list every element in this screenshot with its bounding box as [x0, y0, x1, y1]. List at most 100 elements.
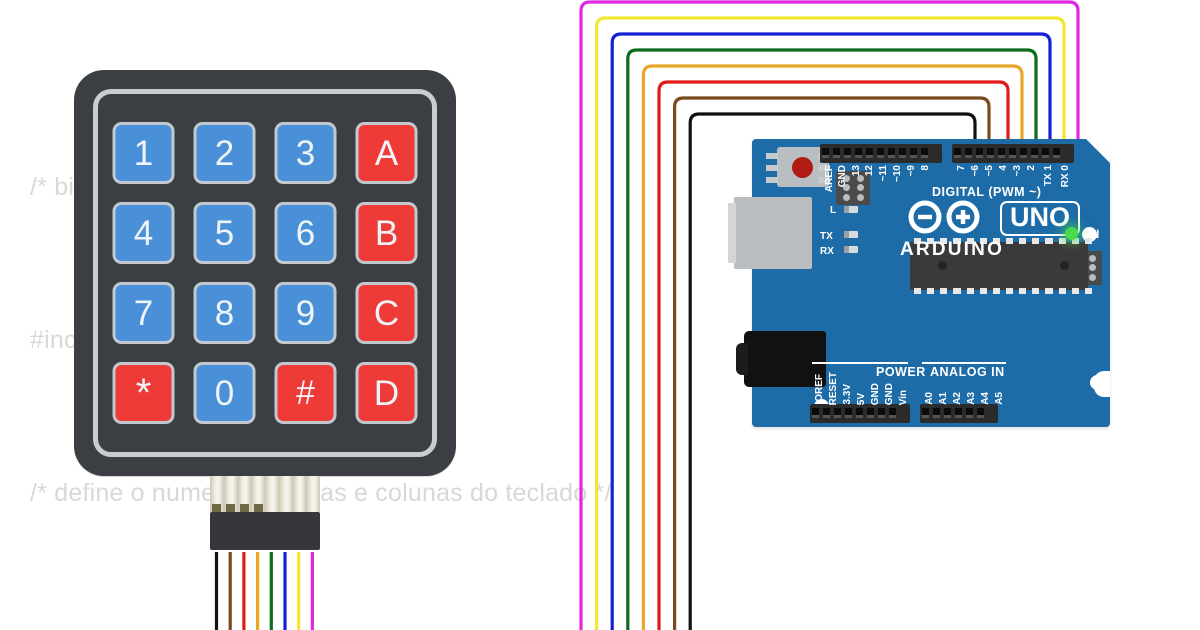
- keypad-frame: 1 2 3 A 4 5 6 B 7 8 9 C * 0 # D: [93, 89, 437, 457]
- pin-socket[interactable]: [964, 404, 975, 423]
- pin-label-a0: A0: [924, 392, 935, 405]
- keypad-module: 1 2 3 A 4 5 6 B 7 8 9 C * 0 # D: [74, 70, 456, 476]
- keypad-key-5[interactable]: 5: [193, 202, 256, 264]
- led-label-rx: RX: [820, 246, 834, 257]
- pin-socket[interactable]: [975, 404, 986, 423]
- pin-label-8: 8: [920, 165, 931, 171]
- keypad-key-2[interactable]: 2: [193, 122, 256, 184]
- keypad-key-1[interactable]: 1: [112, 122, 175, 184]
- keypad-key-a[interactable]: A: [355, 122, 418, 184]
- power-group-label: POWER: [876, 365, 926, 379]
- pin-socket[interactable]: [931, 404, 942, 423]
- led-label-tx: TX: [820, 231, 833, 242]
- led-l: [844, 206, 858, 213]
- pin-socket[interactable]: [864, 144, 875, 163]
- pin-socket[interactable]: [1029, 144, 1040, 163]
- keypad-key-b[interactable]: B: [355, 202, 418, 264]
- pin-socket[interactable]: [963, 144, 974, 163]
- pin-socket[interactable]: [897, 144, 908, 163]
- power-header[interactable]: [810, 404, 910, 423]
- pin-label-3: ~3: [1012, 165, 1023, 177]
- pin-label-a3: A3: [966, 392, 977, 405]
- pin-socket[interactable]: [942, 404, 953, 423]
- keypad-grid: 1 2 3 A 4 5 6 B 7 8 9 C * 0 # D: [112, 122, 418, 424]
- keypad-key-8[interactable]: 8: [193, 282, 256, 344]
- pin-label-7: 7: [956, 165, 967, 171]
- pin-socket[interactable]: [974, 144, 985, 163]
- pin-socket[interactable]: [853, 144, 864, 163]
- pin-socket[interactable]: [875, 144, 886, 163]
- led-tx: [844, 231, 858, 238]
- pin-label-gnd-1: GND: [870, 382, 881, 405]
- mcu-marker-dot: [1060, 261, 1069, 270]
- pin-socket[interactable]: [1040, 144, 1051, 163]
- pin-label-33v: 3.3V: [842, 384, 853, 405]
- pin-socket[interactable]: [876, 404, 887, 423]
- arduino-pcb: AREF GND 13 12 ~11 ~10 ~9 8 7 ~6 ~5 4 ~3…: [728, 139, 1110, 427]
- pin-socket[interactable]: [810, 404, 821, 423]
- pin-socket[interactable]: [1007, 144, 1018, 163]
- pin-label-a5: A5: [994, 392, 1005, 405]
- mcu-marker-dot: [938, 261, 947, 270]
- pin-label-a4: A4: [980, 392, 991, 405]
- pin-label-a2: A2: [952, 392, 963, 405]
- keypad-key-0[interactable]: 0: [193, 362, 256, 424]
- pin-socket[interactable]: [832, 404, 843, 423]
- pin-socket[interactable]: [820, 144, 831, 163]
- pin-label-6: ~6: [970, 165, 981, 177]
- mcu-bottom-legs: [914, 288, 1092, 294]
- usb-b-connector[interactable]: [728, 197, 812, 269]
- pin-socket[interactable]: [854, 404, 865, 423]
- keypad-key-6[interactable]: 6: [274, 202, 337, 264]
- pin-socket[interactable]: [865, 404, 876, 423]
- pin-label-5: ~5: [984, 165, 995, 177]
- pin-socket[interactable]: [842, 144, 853, 163]
- pin-socket[interactable]: [985, 144, 996, 163]
- pin-socket[interactable]: [953, 404, 964, 423]
- keypad-key-d[interactable]: D: [355, 362, 418, 424]
- pin-socket[interactable]: [821, 404, 832, 423]
- pin-socket[interactable]: [1051, 144, 1062, 163]
- analog-group-line: [922, 362, 1006, 364]
- pin-label-10: ~10: [892, 165, 903, 182]
- pin-socket[interactable]: [831, 144, 842, 163]
- pin-socket[interactable]: [887, 404, 898, 423]
- pin-socket[interactable]: [952, 144, 963, 163]
- analog-header[interactable]: [920, 404, 998, 423]
- pin-socket[interactable]: [843, 404, 854, 423]
- pin-socket[interactable]: [1018, 144, 1029, 163]
- keypad-key-3[interactable]: 3: [274, 122, 337, 184]
- keypad-key-9[interactable]: 9: [274, 282, 337, 344]
- keypad-key-7[interactable]: 7: [112, 282, 175, 344]
- pin-label-5v: 5V: [856, 392, 867, 405]
- keypad-header-connector[interactable]: [210, 512, 320, 550]
- keypad-body: 1 2 3 A 4 5 6 B 7 8 9 C * 0 # D: [74, 70, 456, 476]
- led-label-l: L: [830, 205, 837, 216]
- digital-header-8-13[interactable]: [820, 144, 942, 163]
- pin-socket[interactable]: [908, 144, 919, 163]
- digital-header-0-7[interactable]: [952, 144, 1074, 163]
- pin-label-9: ~9: [906, 165, 917, 177]
- pin-socket[interactable]: [886, 144, 897, 163]
- pin-label-aref: AREF: [824, 165, 835, 193]
- pin-socket[interactable]: [920, 404, 931, 423]
- pin-label-4: 4: [998, 165, 1009, 171]
- keypad-key-c[interactable]: C: [355, 282, 418, 344]
- keypad-key-star[interactable]: *: [112, 362, 175, 424]
- pin-label-gnd-2: GND: [884, 382, 895, 405]
- pin-socket[interactable]: [919, 144, 930, 163]
- mounting-hole: [1090, 375, 1105, 390]
- pin-label-12: 12: [864, 165, 875, 177]
- digital-group-label: DIGITAL (PWM ~): [932, 185, 1042, 199]
- analog-group-label: ANALOG IN: [930, 365, 1005, 379]
- pin-label-a1: A1: [938, 392, 949, 405]
- led-rx: [844, 246, 858, 253]
- keypad-key-4[interactable]: 4: [112, 202, 175, 264]
- pin-label-2: 2: [1026, 165, 1037, 171]
- pin-label-tx1: TX 1: [1043, 165, 1054, 187]
- pin-socket[interactable]: [996, 144, 1007, 163]
- reset-button-cap[interactable]: [792, 157, 813, 178]
- keypad-key-hash[interactable]: #: [274, 362, 337, 424]
- power-on-led: [1065, 227, 1078, 240]
- pin-label-ioref: IOREF: [814, 374, 825, 405]
